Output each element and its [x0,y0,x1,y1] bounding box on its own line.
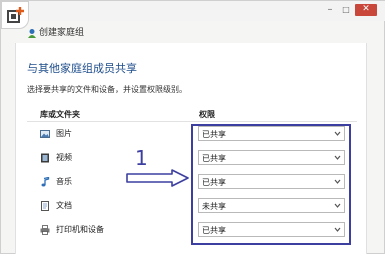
pictures-icon [40,130,50,138]
homegroup-nav-icon [28,29,36,38]
videos-icon [41,153,49,163]
music-icon [41,177,50,187]
instruction-text: 选择要共享的文件和设备，并设置权限级别。 [27,85,187,94]
row-label: 图片 [56,129,72,138]
minimize-button[interactable]: – [323,4,337,16]
printer-icon [40,225,50,235]
library-column-header: 库或文件夹 [40,110,80,119]
header-divider [27,121,357,122]
row-label: 音乐 [56,177,72,186]
page-heading: 与其他家庭组成员共享 [27,62,137,75]
annotation-arrow-icon [126,169,189,187]
window-title: 创建家庭组 [39,28,85,38]
row-label: 打印机和设备 [56,225,104,234]
title-bar: – □ ✕ [1,1,385,21]
homegroup-logo-icon [1,1,29,29]
close-button[interactable]: ✕ [355,4,377,16]
row-label: 文档 [56,201,72,210]
documents-icon [41,201,49,211]
permission-column-header: 权限 [199,110,215,119]
maximize-button[interactable]: □ [339,4,353,16]
create-homegroup-window: – □ ✕ 创建家庭组 与其他家庭组成员共享 选择要共享的文件和设备，并设置权限… [0,0,385,254]
annotation-step-number: 1 [135,146,148,170]
row-label: 视频 [56,153,72,162]
annotation-highlight-box [191,124,351,245]
